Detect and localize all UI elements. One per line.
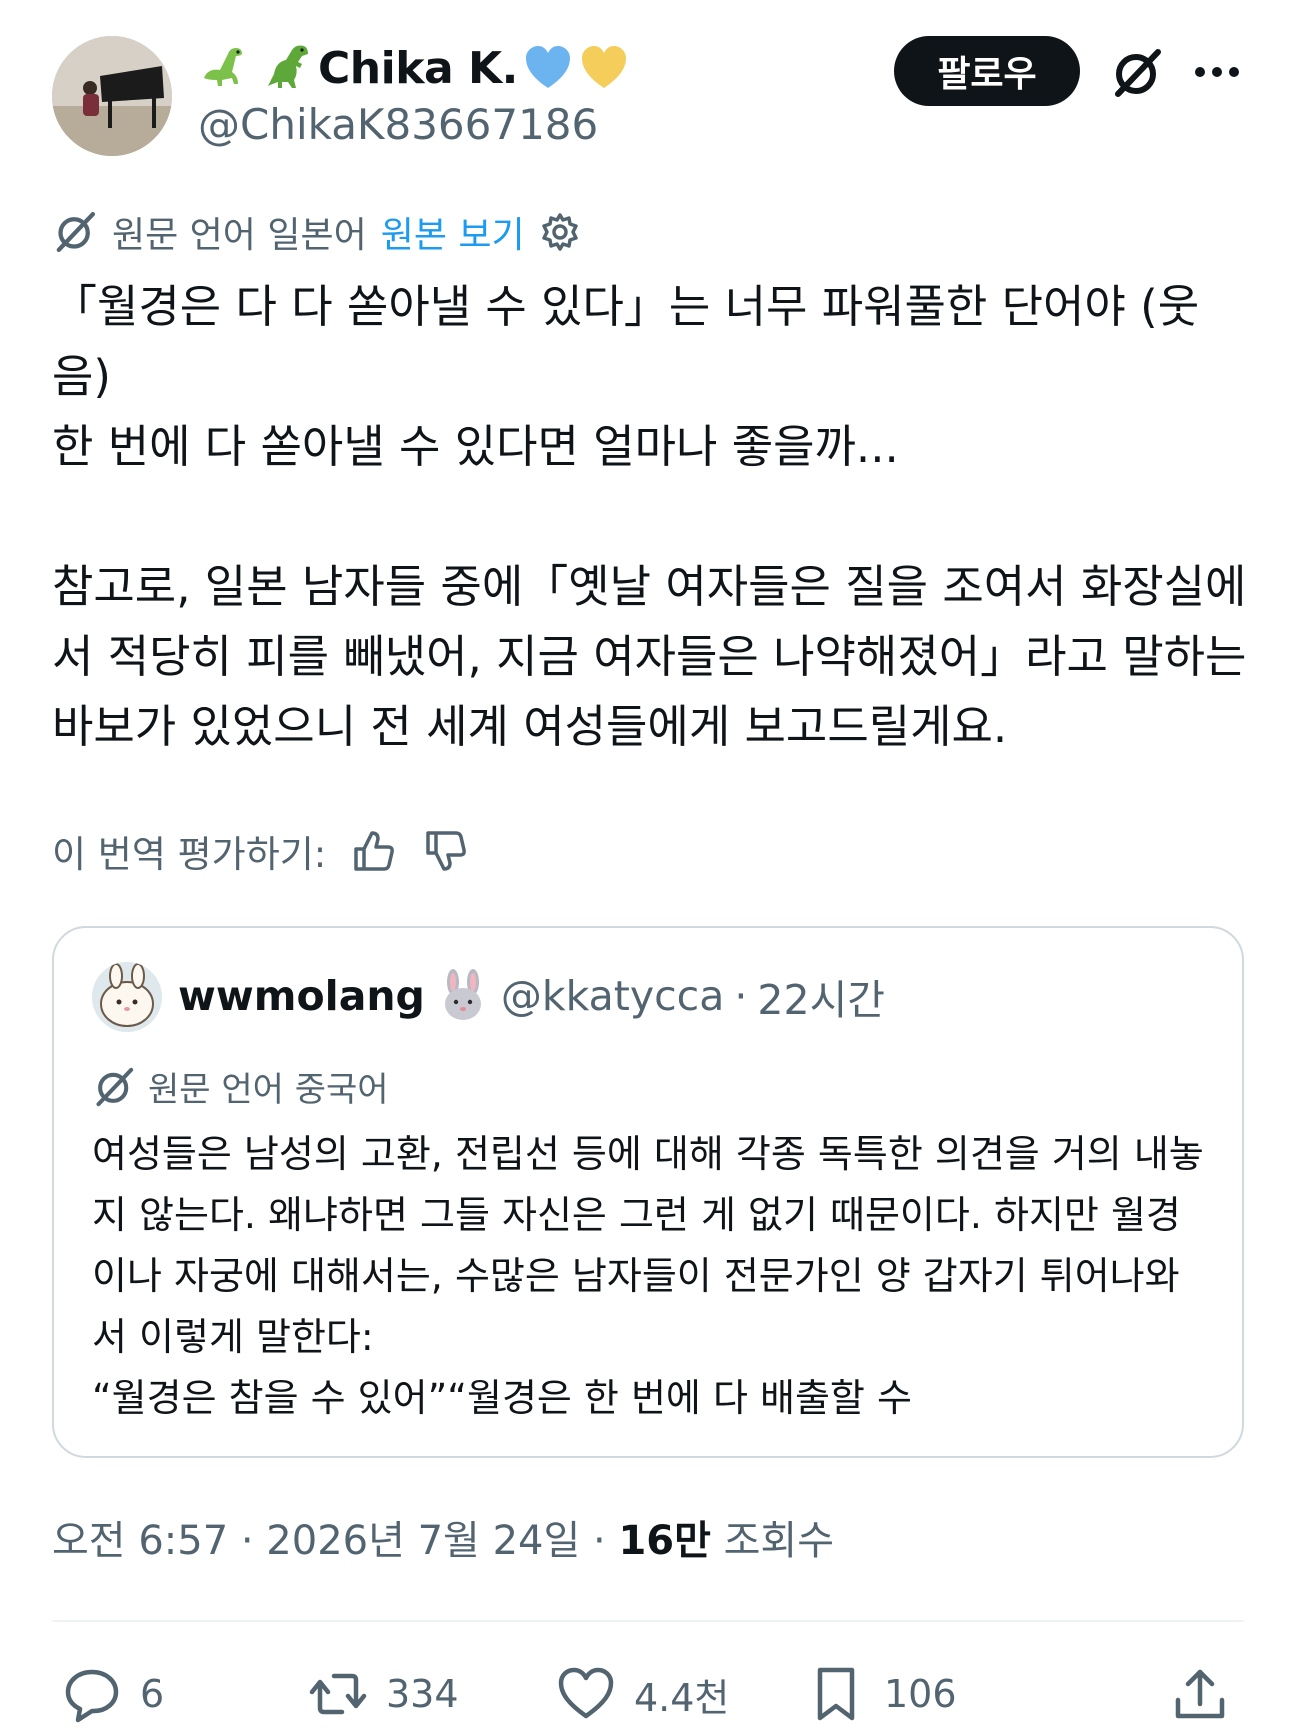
- quoted-timestamp: 22시간: [757, 976, 886, 1024]
- divider: [52, 1620, 1244, 1622]
- quoted-translation-bar: 원문 언어 중국어: [92, 1062, 389, 1111]
- t-rex-icon: [268, 45, 308, 88]
- blue-heart-icon: [525, 46, 570, 88]
- quoted-author-name: wwmolang: [178, 972, 425, 1020]
- quoted-tweet-card[interactable]: wwmolang @kkatycca · 22시간 원문 언어 중국어 여성들은…: [52, 926, 1244, 1458]
- follow-button[interactable]: 팔로우: [894, 36, 1080, 106]
- thumbs-up-icon[interactable]: [350, 827, 398, 875]
- heart-icon: [558, 1667, 614, 1719]
- tweet-meta: 오전 6:57 · 2026년 7월 24일 · 16만 조회수: [52, 1508, 834, 1566]
- quoted-tweet-text: 여성들은 남성의 고환, 전립선 등에 대해 각종 독특한 의견을 거의 내놓지…: [92, 1124, 1212, 1429]
- repost-icon: [309, 1673, 367, 1715]
- bookmark-count: 106: [884, 1672, 957, 1716]
- tweet-date[interactable]: 2026년 7월 24일: [266, 1518, 580, 1564]
- translation-source-label: 원문 언어 일본어: [112, 215, 367, 256]
- author-display-name[interactable]: Chika K.: [318, 43, 518, 94]
- translation-bar: 원문 언어 일본어 원본 보기: [52, 206, 581, 258]
- thumbs-down-icon[interactable]: [422, 827, 470, 875]
- views-label: 조회수: [723, 1518, 835, 1564]
- dinosaur-icon: [204, 48, 242, 86]
- share-button[interactable]: [1170, 1664, 1230, 1724]
- bunny-avatar-image: [92, 962, 162, 1032]
- quoted-separator: ·: [734, 972, 748, 1020]
- view-original-link[interactable]: 원본 보기: [381, 206, 525, 258]
- meta-separator: ·: [593, 1518, 606, 1564]
- repost-button[interactable]: 334: [308, 1664, 459, 1724]
- rate-translation-label: 이 번역 평가하기:: [52, 833, 327, 876]
- quoted-author-avatar: [92, 962, 162, 1032]
- yellow-heart-icon: [581, 46, 626, 88]
- rate-translation-row: 이 번역 평가하기:: [52, 824, 470, 878]
- meta-separator: ·: [240, 1518, 254, 1564]
- reply-icon: [65, 1669, 119, 1723]
- tweet-time[interactable]: 오전 6:57: [52, 1518, 228, 1564]
- quoted-author-handle: @kkatycca: [500, 972, 725, 1020]
- author-avatar[interactable]: [52, 36, 172, 156]
- like-button[interactable]: 4.4천: [556, 1664, 729, 1724]
- more-options-icon[interactable]: [1192, 52, 1242, 92]
- quoted-translation-label: 원문 언어 중국어: [148, 1070, 389, 1110]
- grok-icon[interactable]: [1110, 46, 1164, 100]
- tweet-paragraph: 참고로, 일본 남자들 중에「옛날 여자들은 질을 조여서 화장실에서 적당히 …: [52, 560, 1261, 753]
- repost-count: 334: [386, 1672, 459, 1716]
- reply-count: 6: [140, 1672, 165, 1716]
- like-count: 4.4천: [634, 1675, 730, 1720]
- quoted-author-row: wwmolang @kkatycca · 22시간: [178, 966, 885, 1026]
- author-name-row[interactable]: Chika K.: [198, 40, 630, 96]
- tweet-text: 「월경은 다 다 쏟아낼 수 있다」는 너무 파워풀한 단어야 (웃음) 한 번…: [52, 272, 1252, 762]
- author-handle[interactable]: @ChikaK83667186: [198, 100, 598, 149]
- bookmark-icon: [817, 1667, 855, 1721]
- rabbit-face-icon: [444, 969, 481, 1020]
- bookmark-button[interactable]: 106: [806, 1664, 957, 1724]
- views-count: 16만: [618, 1518, 711, 1564]
- tweet-paragraph: 「월경은 다 다 쏟아낼 수 있다」는 너무 파워풀한 단어야 (웃음) 한 번…: [52, 280, 1200, 473]
- gear-icon[interactable]: [539, 211, 581, 253]
- share-icon: [1175, 1669, 1225, 1719]
- tweet-paragraph-spacer: [52, 482, 1252, 552]
- avatar-image: [52, 36, 172, 156]
- grok-translate-icon: [96, 1067, 134, 1106]
- quoted-tweet-paragraph: 여성들은 남성의 고환, 전립선 등에 대해 각종 독특한 의견을 거의 내놓지…: [92, 1132, 1204, 1420]
- grok-translate-icon: [56, 211, 96, 253]
- reply-button[interactable]: 6: [62, 1664, 164, 1724]
